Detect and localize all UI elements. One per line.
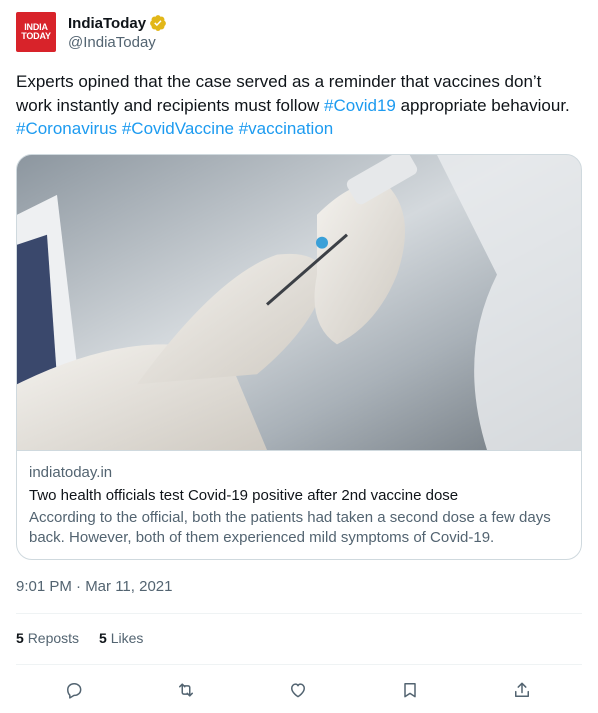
tweet-timestamp[interactable]: 9:01 PM · Mar 11, 2021	[16, 578, 172, 595]
avatar[interactable]: INDIA TODAY	[16, 12, 56, 52]
engagement-stats: 5 Reposts 5 Likes	[16, 630, 163, 646]
likes-count: 5	[99, 630, 107, 646]
share-icon[interactable]	[510, 678, 534, 702]
card-body: indiatoday.in Two health officials test …	[29, 463, 569, 548]
hashtag-link-covid19[interactable]: #Covid19	[324, 96, 396, 115]
link-card[interactable]: indiatoday.in Two health officials test …	[16, 154, 582, 560]
verified-badge-icon[interactable]	[149, 14, 167, 32]
divider-top	[16, 613, 582, 614]
tweet-text-part2: appropriate behaviour.	[395, 95, 570, 115]
card-image[interactable]	[17, 155, 581, 451]
reply-icon[interactable]	[62, 678, 86, 702]
handle[interactable]: @IndiaToday	[68, 34, 156, 51]
card-description: According to the official, both the pati…	[29, 509, 551, 546]
hashtag-link-coronavirus[interactable]: #Coronavirus	[16, 119, 117, 138]
divider-bottom	[16, 664, 582, 665]
like-icon[interactable]	[286, 678, 310, 702]
bookmark-icon[interactable]	[398, 678, 422, 702]
card-title[interactable]: Two health officials test Covid-19 posit…	[29, 486, 569, 506]
reposts-label: Reposts	[27, 630, 80, 646]
avatar-text-line2: TODAY	[21, 31, 51, 41]
hashtag-link-covidvaccine[interactable]: #CovidVaccine	[122, 119, 234, 138]
hashtag-link-vaccination[interactable]: #vaccination	[239, 119, 334, 138]
vaccine-photo-illustration	[17, 155, 581, 450]
name-row: IndiaToday	[68, 13, 167, 33]
tweet-text: Experts opined that the case served as a…	[16, 70, 582, 141]
action-bar	[16, 672, 582, 708]
reposts-stat[interactable]: 5 Reposts	[16, 630, 79, 646]
reposts-count: 5	[16, 630, 24, 646]
likes-stat[interactable]: 5 Likes	[99, 630, 143, 646]
tweet-header: INDIA TODAY IndiaToday @IndiaToday	[16, 12, 582, 56]
card-domain: indiatoday.in	[29, 464, 113, 481]
likes-label: Likes	[110, 630, 144, 646]
display-name[interactable]: IndiaToday	[68, 15, 146, 32]
repost-icon[interactable]	[174, 678, 198, 702]
